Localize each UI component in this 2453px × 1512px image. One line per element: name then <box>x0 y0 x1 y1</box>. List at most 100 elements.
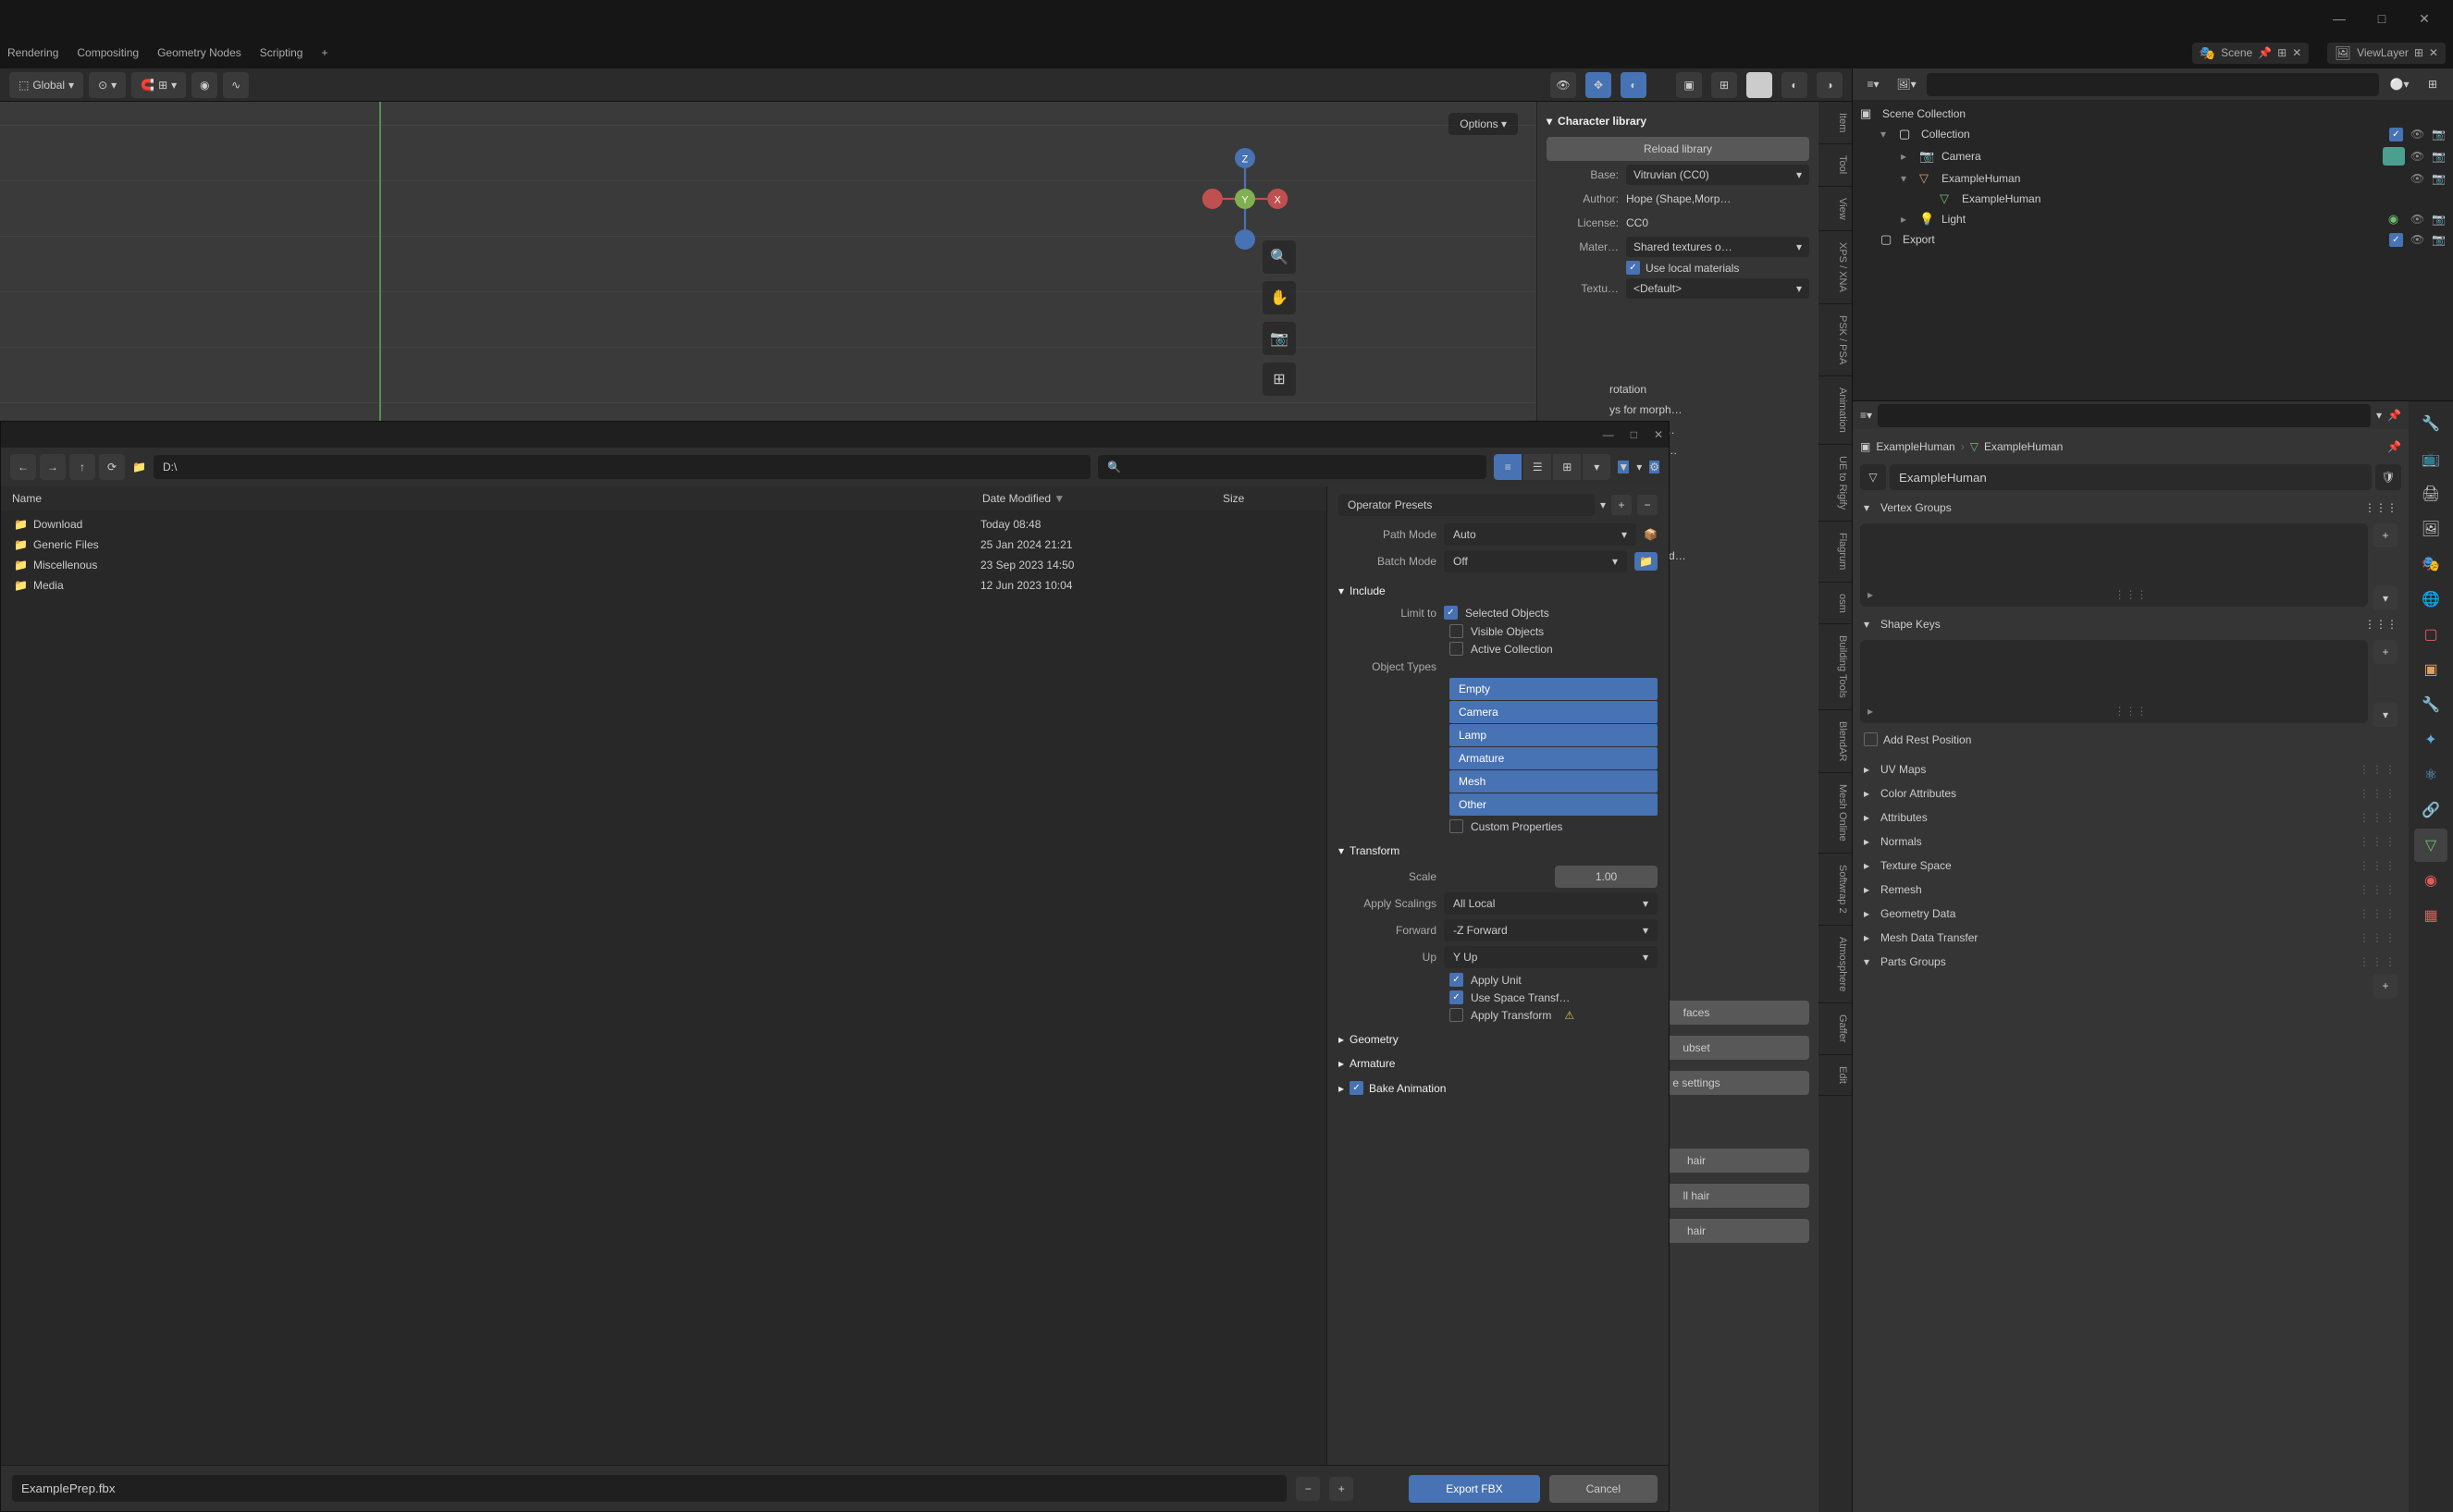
file-row[interactable]: 📁Media12 Jun 2023 10:04 <box>8 575 1319 596</box>
ptab-particle[interactable]: ✦ <box>2414 723 2447 756</box>
xray-toggle[interactable]: ▣ <box>1676 72 1702 98</box>
applyscalings-dropdown[interactable]: All Local▾ <box>1444 892 1658 915</box>
eye-icon[interactable]: 👁 <box>2410 172 2424 185</box>
ntab-softwrap[interactable]: Softwrap 2 <box>1818 854 1852 926</box>
geometry-header[interactable]: ▸Geometry <box>1338 1026 1658 1050</box>
ntab-meshonline[interactable]: Mesh Online <box>1818 773 1852 854</box>
colorattrs-header[interactable]: ▸Color Attributes⋮⋮⋮ <box>1860 781 2401 805</box>
operator-presets[interactable]: Operator Presets <box>1338 494 1595 516</box>
tree-scene-collection[interactable]: ▣Scene Collection <box>1853 104 2453 124</box>
texspace-header[interactable]: ▸Texture Space⋮⋮⋮ <box>1860 854 2401 878</box>
ptab-data[interactable]: ▽ <box>2414 829 2447 862</box>
collection-include[interactable]: ✓ <box>2389 128 2403 141</box>
ntab-view[interactable]: View <box>1818 187 1852 232</box>
crumb-object[interactable]: ExampleHuman <box>1876 440 1954 453</box>
objtype-mesh[interactable]: Mesh <box>1449 770 1658 793</box>
outliner-mode[interactable]: ≡▾ <box>1860 72 1886 96</box>
objtype-camera[interactable]: Camera <box>1449 701 1658 723</box>
pin-icon[interactable]: 📌 <box>2258 46 2272 59</box>
bakeanim-check[interactable]: ✓ <box>1350 1081 1363 1095</box>
ntab-flagrum[interactable]: Flagrum <box>1818 522 1852 582</box>
ntab-item[interactable]: Item <box>1818 102 1852 144</box>
vg-menu[interactable]: ⋮⋮⋮ <box>2364 501 2398 514</box>
selobj-check[interactable]: ✓ <box>1444 606 1458 620</box>
actcol-check[interactable] <box>1449 642 1463 656</box>
reload-library-button[interactable]: Reload library <box>1547 137 1809 161</box>
view-detail[interactable]: ☰ <box>1523 454 1551 480</box>
orientation-selector[interactable]: ⬚ Global ▾ <box>9 72 83 98</box>
proportional-curve[interactable]: ∿ <box>223 72 249 98</box>
ntab-atmosphere[interactable]: Atmosphere <box>1818 926 1852 1003</box>
menu-scripting[interactable]: Scripting <box>260 46 303 59</box>
usespace-check[interactable]: ✓ <box>1449 990 1463 1004</box>
customprops-check[interactable] <box>1449 819 1463 833</box>
bakeanim-header[interactable]: ▸✓Bake Animation <box>1338 1074 1658 1099</box>
fb-close[interactable]: ✕ <box>1654 428 1663 441</box>
nav-forward[interactable]: → <box>40 454 66 480</box>
window-maximize[interactable]: □ <box>2361 4 2403 33</box>
preset-add[interactable]: + <box>1611 495 1632 515</box>
armature-header[interactable]: ▸Armature <box>1338 1050 1658 1074</box>
camera-view-button[interactable]: 📷 <box>1263 322 1296 355</box>
include-header[interactable]: ▾Include <box>1338 577 1658 601</box>
batchmode-dropdown[interactable]: Off▾ <box>1444 550 1627 572</box>
fake-user[interactable]: 🛡 <box>2375 464 2401 490</box>
remesh-header[interactable]: ▸Remesh⋮⋮⋮ <box>1860 878 2401 902</box>
outliner-filter[interactable]: ⚪▾ <box>2386 72 2412 96</box>
vg-menu-extra[interactable]: ▾ <box>2373 586 2398 610</box>
sk-add[interactable]: + <box>2373 640 2398 664</box>
props-mode[interactable]: ≡▾ <box>1860 409 1872 422</box>
ptab-output[interactable]: 🖨 <box>2414 477 2447 510</box>
file-search[interactable]: 🔍 <box>1098 455 1486 479</box>
col-size[interactable]: Size <box>1223 492 1315 505</box>
vertexgroups-header[interactable]: ▾Vertex Groups⋮⋮⋮ <box>1860 496 2401 520</box>
ntab-animation[interactable]: Animation <box>1818 376 1852 445</box>
ptab-texture[interactable]: ▦ <box>2414 899 2447 932</box>
filename-input[interactable] <box>12 1475 1287 1502</box>
ptab-collection[interactable]: ▢ <box>2414 618 2447 651</box>
navigation-gizmo[interactable]: Z X Y <box>1194 148 1296 250</box>
window-close[interactable]: ✕ <box>2403 4 2446 33</box>
props-options[interactable]: ▾ <box>2376 409 2382 422</box>
ptab-render[interactable]: 📺 <box>2414 442 2447 475</box>
camera-icon[interactable]: 📷 <box>2432 213 2446 226</box>
snap-selector[interactable]: 🧲⊞▾ <box>131 72 186 98</box>
camera-icon[interactable]: 📷 <box>2432 150 2446 163</box>
perspective-button[interactable]: ⊞ <box>1263 363 1296 396</box>
tree-examplehuman[interactable]: ▾▽ExampleHuman👁📷 <box>1853 168 2453 189</box>
partsgroups-list[interactable] <box>1860 974 2368 992</box>
applytransform-check[interactable] <box>1449 1008 1463 1022</box>
view-thumb[interactable]: ⊞ <box>1553 454 1581 480</box>
view-sort[interactable]: ▾ <box>1583 454 1610 480</box>
ntab-xps[interactable]: XPS / XNA <box>1818 231 1852 304</box>
new-folder[interactable]: 📁 <box>132 461 146 473</box>
viewport-options[interactable]: Options ▾ <box>1448 113 1518 135</box>
delete-scene-icon[interactable]: ✕ <box>2292 46 2301 59</box>
base-dropdown[interactable]: Vitruvian (CC0)▾ <box>1626 165 1809 185</box>
menu-rendering[interactable]: Rendering <box>7 46 58 59</box>
use-local-check[interactable]: ✓ <box>1626 261 1640 275</box>
zoom-button[interactable]: 🔍 <box>1263 240 1296 274</box>
file-row[interactable]: 📁Generic Files25 Jan 2024 21:21 <box>8 535 1319 555</box>
gizmo-toggle[interactable]: ✥ <box>1585 72 1611 98</box>
camera-icon[interactable]: 📷 <box>2432 172 2446 185</box>
datablock-name[interactable] <box>1890 464 2372 490</box>
ptab-modifier[interactable]: 🔧 <box>2414 688 2447 721</box>
new-layer-icon[interactable]: ⊞ <box>2414 46 2423 59</box>
tree-export[interactable]: ▢Export✓👁📷 <box>1853 229 2453 250</box>
ptab-scene[interactable]: 🎭 <box>2414 547 2447 581</box>
materials-dropdown[interactable]: Shared textures o…▾ <box>1626 237 1809 257</box>
viewlayer-selector[interactable]: 🖼 ViewLayer ⊞ ✕ <box>2327 43 2446 64</box>
new-collection[interactable]: ⊞ <box>2420 72 2446 96</box>
settings-button[interactable]: ⚙ <box>1649 461 1659 473</box>
eye-icon[interactable]: 👁 <box>2410 128 2424 141</box>
ntab-osm[interactable]: osm <box>1818 583 1852 625</box>
vg-add[interactable]: + <box>2373 523 2398 547</box>
up-dropdown[interactable]: Y Up▾ <box>1444 946 1658 968</box>
pin-icon[interactable]: 📌 <box>2387 440 2401 453</box>
ptab-constraint[interactable]: 🔗 <box>2414 793 2447 827</box>
scene-selector[interactable]: 🎭 Scene 📌 ⊞ ✕ <box>2192 43 2310 64</box>
nav-up[interactable]: ↑ <box>69 454 95 480</box>
ntab-tool[interactable]: Tool <box>1818 144 1852 186</box>
camera-icon[interactable]: 📷 <box>2432 128 2446 141</box>
